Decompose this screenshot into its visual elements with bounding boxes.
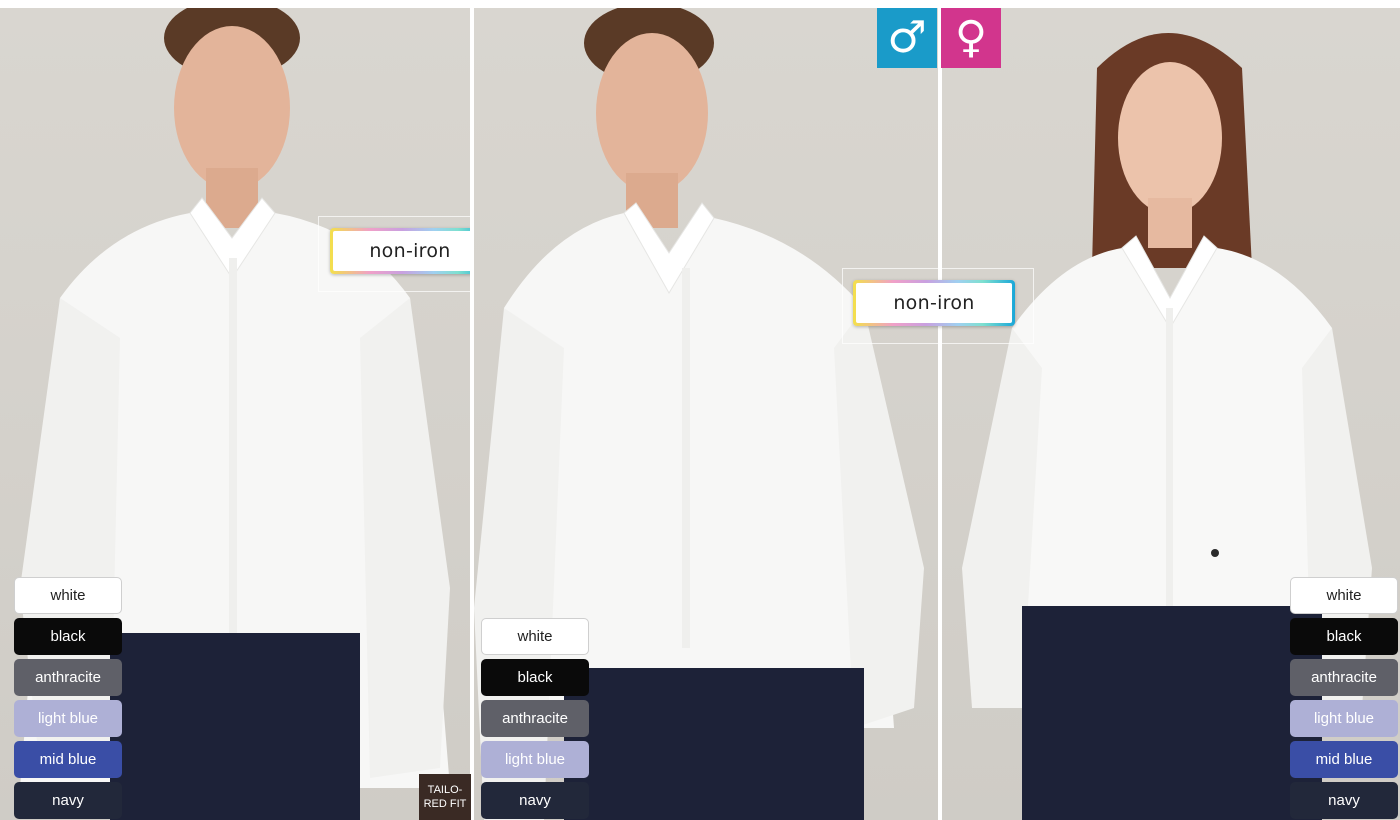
color-swatch-black[interactable]: black: [14, 618, 122, 655]
color-swatch-list-left: white black anthracite light blue mid blue na…: [14, 577, 122, 820]
model-panel-men-tailored: non-iron white black anthracite light blue m…: [0, 8, 470, 820]
color-swatch-light-blue[interactable]: light blue: [481, 741, 589, 778]
tailored-fit-label: TAILO- RED FIT: [423, 784, 467, 810]
color-swatch-navy[interactable]: navy: [14, 782, 122, 819]
color-swatch-black[interactable]: black: [481, 659, 589, 696]
non-iron-badge: non-iron: [330, 228, 470, 274]
non-iron-label: non-iron: [856, 283, 1012, 323]
color-swatch-light-blue[interactable]: light blue: [1290, 700, 1398, 737]
color-swatch-white[interactable]: white: [1290, 577, 1398, 614]
color-swatch-white[interactable]: white: [14, 577, 122, 614]
color-swatch-list-right: white black anthracite light blue mid blue na…: [1290, 577, 1398, 820]
color-swatch-anthracite[interactable]: anthracite: [481, 700, 589, 737]
color-swatch-anthracite[interactable]: anthracite: [14, 659, 122, 696]
color-swatch-mid-blue[interactable]: mid blue: [1290, 741, 1398, 778]
tailored-fit-tag: TAILO- RED FIT: [419, 774, 471, 820]
model-panel-men: white black anthracite light blue navy: [474, 8, 938, 820]
color-swatch-navy[interactable]: navy: [481, 782, 589, 819]
color-swatch-light-blue[interactable]: light blue: [14, 700, 122, 737]
non-iron-badge: non-iron: [853, 280, 1015, 326]
male-symbol-icon[interactable]: ♂: [877, 8, 937, 68]
model-panel-women: white black anthracite light blue mid blue na…: [942, 8, 1400, 820]
color-swatch-black[interactable]: black: [1290, 618, 1398, 655]
color-swatch-navy[interactable]: navy: [1290, 782, 1398, 819]
color-swatch-list-middle: white black anthracite light blue navy: [481, 618, 589, 820]
color-swatch-white[interactable]: white: [481, 618, 589, 655]
color-swatch-mid-blue[interactable]: mid blue: [14, 741, 122, 778]
non-iron-label: non-iron: [333, 231, 470, 271]
female-symbol-icon[interactable]: ♀: [941, 8, 1001, 68]
color-swatch-anthracite[interactable]: anthracite: [1290, 659, 1398, 696]
